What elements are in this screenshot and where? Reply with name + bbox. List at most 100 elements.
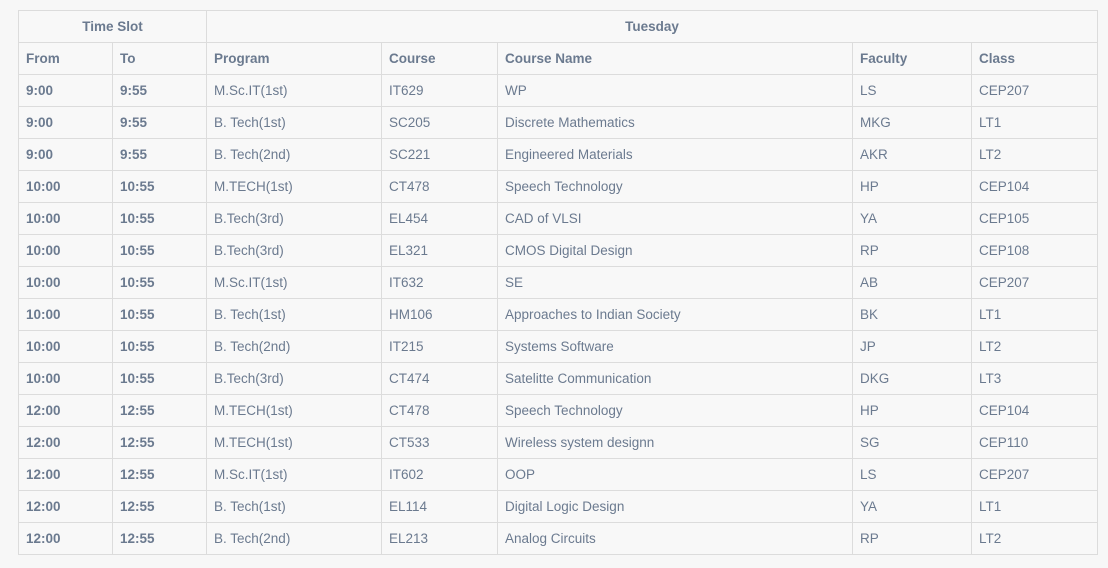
cell-class: CEP104 [971, 394, 1099, 427]
cell-program: B. Tech(2nd) [206, 522, 383, 555]
cell-to: 9:55 [111, 74, 208, 107]
cell-to: 10:55 [111, 202, 208, 235]
cell-class: CEP207 [971, 266, 1099, 299]
cell-course-name: Speech Technology [497, 394, 854, 427]
cell-program: M.TECH(1st) [206, 394, 383, 427]
cell-course: EL213 [381, 522, 499, 555]
cell-to: 12:55 [111, 490, 208, 523]
cell-from: 10:00 [18, 266, 113, 299]
cell-to: 9:55 [111, 138, 208, 171]
cell-course-name: Speech Technology [497, 170, 854, 203]
cell-from: 10:00 [18, 362, 113, 395]
cell-from: 12:00 [18, 522, 113, 555]
cell-faculty: MKG [852, 106, 973, 139]
table-row: 9:00 9:55 B. Tech(2nd) SC221 Engineered … [18, 138, 1099, 171]
cell-faculty: JP [852, 330, 973, 363]
cell-program: M.TECH(1st) [206, 170, 383, 203]
cell-course: CT478 [381, 170, 499, 203]
cell-course-name: Digital Logic Design [497, 490, 854, 523]
cell-course-name: CAD of VLSI [497, 202, 854, 235]
cell-faculty: SG [852, 426, 973, 459]
table-row: 10:00 10:55 B.Tech(3rd) CT474 Satelitte … [18, 362, 1099, 395]
cell-class: LT2 [971, 138, 1099, 171]
cell-from: 12:00 [18, 394, 113, 427]
cell-to: 10:55 [111, 298, 208, 331]
cell-class: LT3 [971, 362, 1099, 395]
cell-to: 12:55 [111, 426, 208, 459]
cell-from: 12:00 [18, 426, 113, 459]
cell-course: SC221 [381, 138, 499, 171]
cell-to: 10:55 [111, 266, 208, 299]
cell-program: B. Tech(2nd) [206, 138, 383, 171]
cell-faculty: YA [852, 202, 973, 235]
cell-program: M.TECH(1st) [206, 426, 383, 459]
cell-course-name: SE [497, 266, 854, 299]
cell-course: SC205 [381, 106, 499, 139]
cell-course: CT533 [381, 426, 499, 459]
cell-class: CEP207 [971, 74, 1099, 107]
cell-program: B.Tech(3rd) [206, 234, 383, 267]
column-header-program: Program [206, 42, 383, 75]
cell-faculty: HP [852, 394, 973, 427]
cell-class: CEP108 [971, 234, 1099, 267]
cell-course: HM106 [381, 298, 499, 331]
cell-class: CEP105 [971, 202, 1099, 235]
cell-course-name: WP [497, 74, 854, 107]
table-row: 9:00 9:55 M.Sc.IT(1st) IT629 WP LS CEP20… [18, 74, 1099, 107]
cell-course-name: OOP [497, 458, 854, 491]
cell-course-name: Discrete Mathematics [497, 106, 854, 139]
table-row: 12:00 12:55 M.Sc.IT(1st) IT602 OOP LS CE… [18, 458, 1099, 491]
cell-from: 10:00 [18, 202, 113, 235]
cell-faculty: RP [852, 234, 973, 267]
cell-course: IT215 [381, 330, 499, 363]
cell-program: B.Tech(3rd) [206, 202, 383, 235]
table-row: 12:00 12:55 M.TECH(1st) CT533 Wireless s… [18, 426, 1099, 459]
cell-class: LT1 [971, 490, 1099, 523]
table-row: 10:00 10:55 B.Tech(3rd) EL454 CAD of VLS… [18, 202, 1099, 235]
cell-from: 12:00 [18, 458, 113, 491]
column-header-class: Class [971, 42, 1099, 75]
cell-course-name: Engineered Materials [497, 138, 854, 171]
cell-from: 12:00 [18, 490, 113, 523]
cell-faculty: BK [852, 298, 973, 331]
column-header-to: To [111, 42, 208, 75]
header-group-row: Time Slot Tuesday [17, 10, 1099, 43]
cell-course: CT478 [381, 394, 499, 427]
cell-class: LT1 [971, 106, 1099, 139]
cell-class: CEP207 [971, 458, 1099, 491]
table-row: 12:00 12:55 B. Tech(2nd) EL213 Analog Ci… [18, 522, 1099, 555]
column-header-course-name: Course Name [497, 42, 854, 75]
cell-course: EL114 [381, 490, 499, 523]
cell-class: CEP104 [971, 170, 1099, 203]
cell-faculty: HP [852, 170, 973, 203]
cell-course: IT632 [381, 266, 499, 299]
cell-course: CT474 [381, 362, 499, 395]
cell-from: 9:00 [18, 138, 113, 171]
cell-faculty: RP [852, 522, 973, 555]
day-header: Tuesday [206, 10, 1099, 43]
cell-course: IT602 [381, 458, 499, 491]
table-row: 10:00 10:55 M.Sc.IT(1st) IT632 SE AB CEP… [18, 266, 1099, 299]
table-row: 12:00 12:55 B. Tech(1st) EL114 Digital L… [18, 490, 1099, 523]
table-row: 10:00 10:55 B. Tech(2nd) IT215 Systems S… [18, 330, 1099, 363]
table-row: 12:00 12:55 M.TECH(1st) CT478 Speech Tec… [18, 394, 1099, 427]
column-header-row: From To Program Course Course Name Facul… [18, 42, 1099, 75]
cell-faculty: LS [852, 458, 973, 491]
cell-program: M.Sc.IT(1st) [206, 74, 383, 107]
time-slot-header: Time Slot [17, 10, 208, 43]
cell-program: M.Sc.IT(1st) [206, 266, 383, 299]
cell-faculty: LS [852, 74, 973, 107]
cell-from: 9:00 [18, 106, 113, 139]
table-row: 10:00 10:55 M.TECH(1st) CT478 Speech Tec… [18, 170, 1099, 203]
cell-to: 12:55 [111, 458, 208, 491]
cell-course-name: Wireless system designn [497, 426, 854, 459]
cell-from: 10:00 [18, 298, 113, 331]
cell-program: B. Tech(1st) [206, 490, 383, 523]
cell-course-name: Satelitte Communication [497, 362, 854, 395]
cell-from: 9:00 [18, 74, 113, 107]
column-header-faculty: Faculty [852, 42, 973, 75]
cell-to: 10:55 [111, 234, 208, 267]
cell-to: 9:55 [111, 106, 208, 139]
table-row: 10:00 10:55 B. Tech(1st) HM106 Approache… [18, 298, 1099, 331]
timetable-container: Time Slot Tuesday From To Program Course… [17, 10, 1099, 555]
